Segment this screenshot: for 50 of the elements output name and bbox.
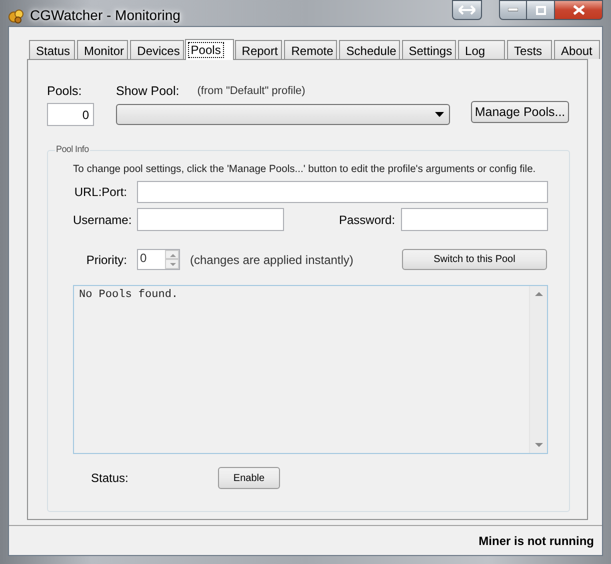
enable-button[interactable]: Enable — [218, 467, 280, 489]
tab[interactable]: Tests — [507, 40, 552, 59]
dropdown-arrow-icon — [435, 112, 444, 117]
scroll-down-icon[interactable] — [534, 443, 542, 447]
status-label: Status: — [91, 471, 130, 485]
tab[interactable]: Devices — [130, 40, 184, 59]
app-icon — [8, 8, 24, 24]
resize-button[interactable] — [452, 0, 482, 20]
tab[interactable]: Report — [234, 40, 282, 59]
close-button[interactable] — [555, 0, 603, 20]
priority-label: Priority: — [85, 252, 127, 266]
status-text: Miner is not running — [478, 534, 594, 548]
pools-label: Pools: — [47, 84, 83, 98]
priority-note: (changes are applied instantly) — [190, 252, 354, 266]
pools-count-field[interactable]: 0 — [47, 103, 94, 126]
tab[interactable]: Schedule — [339, 40, 400, 59]
username-field[interactable] — [137, 208, 284, 231]
url-field[interactable] — [137, 181, 548, 203]
pool-settings-hint: To change pool settings, click the 'Manage Pools...' button to edit the profile's arguments or config file. — [73, 164, 537, 175]
double-arrow-icon — [458, 5, 476, 15]
password-field[interactable] — [401, 208, 548, 231]
password-label: Password: — [339, 212, 396, 226]
maximize-button[interactable] — [527, 0, 555, 20]
group-title: Pool Info — [55, 144, 90, 154]
spin-down-icon[interactable] — [165, 259, 179, 269]
window-title: CGWatcher - Monitoring — [30, 7, 180, 23]
priority-value: 0 — [139, 250, 148, 267]
scrollbar[interactable] — [529, 286, 547, 453]
profile-note: (from "Default" profile) — [197, 85, 306, 97]
spin-up-icon[interactable] — [165, 250, 179, 259]
pool-dropdown[interactable] — [116, 104, 450, 125]
tab[interactable]: Status — [29, 40, 75, 59]
minimize-icon — [508, 8, 518, 12]
tab[interactable]: Settings — [402, 40, 456, 59]
maximize-icon — [536, 6, 546, 14]
tab[interactable]: Monitor — [77, 40, 128, 59]
close-icon — [572, 5, 584, 15]
minimize-button[interactable] — [499, 0, 527, 20]
priority-spinner[interactable]: 0 — [137, 249, 180, 270]
tab[interactable]: Log — [458, 40, 506, 59]
switch-pool-button[interactable]: Switch to this Pool — [402, 249, 547, 270]
manage-pools-button[interactable]: Manage Pools... — [471, 101, 569, 123]
pool-log-text: No Pools found. — [78, 288, 180, 303]
url-label: URL:Port: — [73, 185, 127, 199]
tab[interactable]: Pools — [184, 39, 234, 60]
scroll-up-icon[interactable] — [534, 292, 542, 296]
tab[interactable]: Remote — [284, 40, 338, 59]
show-pool-label: Show Pool: — [116, 84, 180, 98]
username-label: Username: — [73, 212, 133, 226]
tab[interactable]: About — [554, 40, 600, 59]
